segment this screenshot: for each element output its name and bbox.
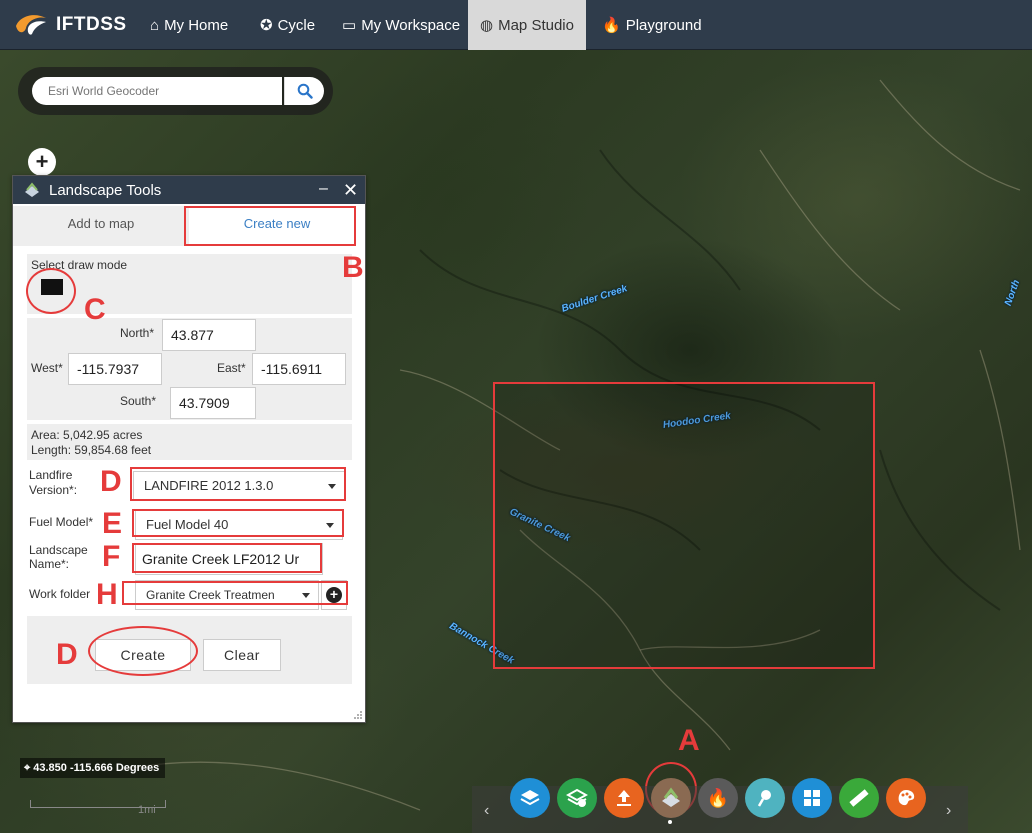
globe-icon: ◍: [480, 17, 494, 34]
search-button[interactable]: [284, 77, 324, 105]
annotation-box-landfire: [130, 467, 346, 501]
fuel-model-label: Fuel Model*: [29, 515, 94, 529]
pin-icon: [757, 790, 771, 807]
annotation-letter-f: F: [102, 540, 121, 573]
layers-button[interactable]: [510, 778, 550, 818]
length-text: Length: 59,854.68 feet: [31, 443, 152, 457]
grid-tool-button[interactable]: [792, 778, 832, 818]
annotation-circle-create: [88, 626, 198, 676]
nav-map-studio[interactable]: ◍ Map Studio: [468, 0, 586, 50]
south-field[interactable]: 43.7909: [170, 387, 256, 419]
nav-my-home[interactable]: ⌂ My Home: [138, 0, 240, 50]
annotation-letter-h: H: [96, 578, 118, 611]
minimize-icon[interactable]: ‒: [319, 174, 328, 204]
nav-my-home-label: My Home: [164, 16, 229, 34]
annotation-box-create-new: [184, 206, 356, 246]
pin-tool-button[interactable]: [745, 778, 785, 818]
landfire-label: Landfire Version*:: [29, 468, 78, 497]
chevron-left-icon[interactable]: ‹: [484, 802, 489, 820]
drawn-extent-rectangle[interactable]: [493, 382, 875, 669]
east-label: East*: [217, 361, 246, 375]
nav-cycle-label: Cycle: [277, 16, 316, 34]
grid-icon: [804, 790, 820, 806]
annotation-letter-b: B: [342, 251, 364, 284]
fire-tool-button[interactable]: 🔥: [698, 778, 738, 818]
nav-my-workspace[interactable]: ▭ My Workspace: [330, 0, 472, 50]
fire-icon: 🔥: [602, 17, 621, 34]
geocoder: [18, 67, 333, 115]
nav-cycle[interactable]: ✪ Cycle: [248, 0, 327, 50]
annotation-letter-e: E: [102, 507, 123, 540]
west-label: West*: [31, 361, 63, 375]
chevron-right-icon[interactable]: ›: [946, 802, 951, 820]
landscape-name-label: Landscape Name*:: [29, 543, 88, 571]
close-icon[interactable]: ✕: [343, 175, 358, 205]
add-layer-icon: [566, 788, 588, 807]
annotation-box-fuel-model: [132, 509, 344, 537]
area-text: Area: 5,042.95 acres: [31, 428, 143, 442]
tab-add-to-map[interactable]: Add to map: [13, 206, 189, 246]
upload-icon: [617, 790, 631, 806]
home-icon: ⌂: [150, 16, 160, 34]
landscape-tools-icon: [662, 787, 680, 807]
crosshair-icon: ⌖: [24, 762, 34, 774]
workspace-icon: ▭: [342, 17, 357, 34]
coordinate-text: 43.850 -115.666 Degrees: [33, 762, 160, 774]
work-folder-label: Work folder: [29, 587, 91, 601]
scale-bar-label: 1mi: [138, 804, 156, 816]
layers-icon: [520, 790, 540, 806]
add-layer-button[interactable]: [557, 778, 597, 818]
cycle-icon: ✪: [260, 17, 273, 34]
nav-playground-label: Playground: [625, 16, 702, 34]
palette-icon: [898, 790, 915, 806]
annotation-letter-d: D: [100, 465, 122, 498]
coordinate-readout: ⌖ 43.850 -115.666 Degrees: [20, 758, 166, 778]
north-field[interactable]: 43.877: [162, 319, 256, 351]
resize-handle-icon[interactable]: [353, 710, 363, 720]
panel-title: Landscape Tools: [49, 182, 162, 199]
fire-icon: 🔥: [706, 787, 730, 808]
measure-icon: [849, 789, 869, 807]
annotation-letter-c: C: [84, 293, 106, 326]
upload-button[interactable]: [604, 778, 644, 818]
nav-map-studio-label: Map Studio: [498, 16, 574, 34]
top-nav: IFTDSS ⌂ My Home ✪ Cycle ▭ My Workspace …: [0, 0, 1032, 50]
annotation-circle-draw-mode: [26, 268, 76, 314]
nav-my-workspace-label: My Workspace: [361, 16, 461, 34]
east-field[interactable]: -115.6911: [252, 353, 346, 385]
landscape-tools-button[interactable]: [651, 778, 691, 818]
north-label: North*: [120, 326, 155, 340]
iftdss-logo-icon: [16, 15, 46, 35]
nav-playground[interactable]: 🔥 Playground: [590, 0, 714, 50]
brand-name: IFTDSS: [56, 14, 127, 35]
south-label: South*: [120, 394, 157, 408]
search-icon: [297, 83, 313, 99]
brand-logo[interactable]: IFTDSS: [14, 9, 127, 41]
panel-header: Landscape Tools ‒ ✕: [13, 176, 365, 204]
measure-tool-button[interactable]: [839, 778, 879, 818]
annotation-letter-d2: D: [56, 638, 78, 671]
active-tool-indicator: [668, 820, 672, 824]
annotation-box-landscape-name: [132, 543, 322, 573]
annotation-letter-a: A: [678, 724, 700, 757]
zoom-in-button[interactable]: +: [28, 148, 56, 176]
landscape-tools-icon: [25, 182, 39, 197]
west-field[interactable]: -115.7937: [68, 353, 162, 385]
clear-button[interactable]: Clear: [203, 639, 281, 671]
search-input[interactable]: [32, 77, 282, 105]
palette-tool-button[interactable]: [886, 778, 926, 818]
annotation-box-work-folder: [122, 581, 348, 605]
